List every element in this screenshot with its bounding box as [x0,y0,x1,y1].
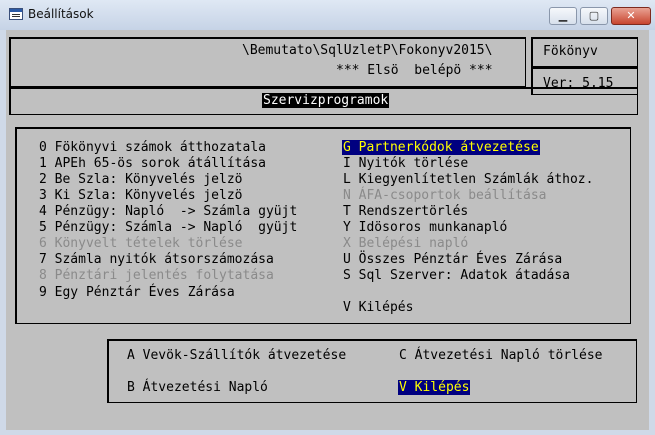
section-title: Szervizprogramok [262,93,390,108]
menu-item-i[interactable]: I Nyitók törlése [343,156,468,171]
path-text: \Bemutato\SqlUzletP\Fokonyv2015\ [242,43,493,58]
menu-item-g[interactable]: G Partnerkódok átvezetése [342,140,540,155]
menu-item-n: N ÁFA-csoportok beállítása [343,188,547,203]
submenu-item-v[interactable]: V Kilépés [398,380,471,395]
submenu-item-a[interactable]: A Vevök-Szállítók átvezetése [127,348,346,363]
menu-item-4[interactable]: 4 Pénzügy: Napló -> Számla gyüjt [39,204,297,219]
menu-item-8: 8 Pénztári jelentés folytatása [39,268,274,283]
subtitle-text: *** Elsö belépö *** [336,63,493,78]
menu-item-x: X Belépési napló [343,236,469,251]
window-icon [9,8,23,20]
menu-item-y[interactable]: Y Idösoros munkanapló [343,220,507,235]
menu-item-v[interactable]: V Kilépés [343,300,413,315]
maximize-button[interactable]: ▢ [580,7,608,25]
menu-item-t[interactable]: T Rendszertörlés [343,204,468,219]
submenu-item-c[interactable]: C Átvezetési Napló törlése [399,348,603,363]
minimize-button[interactable]: ▁ [549,7,577,25]
menu-item-5[interactable]: 5 Pénzügy: Számla -> Napló gyüjt [39,220,297,235]
close-button[interactable]: ✕ [611,7,651,25]
menu-item-2[interactable]: 2 Be Szla: Könyvelés jelzö [39,172,243,187]
menu-item-6: 6 Könyvelt tételek törlése [39,236,243,251]
menu-item-0[interactable]: 0 Fökönyvi számok átthozatala [39,140,266,155]
menu-item-u[interactable]: U Összes Pénztár Éves Zárása [343,252,562,267]
window-title: Beállítások [28,7,94,21]
menu-item-1[interactable]: 1 APEh 65-ös sorok átállítása [39,156,266,171]
menu-item-9[interactable]: 9 Egy Pénztár Éves Zárása [39,285,235,300]
menu-item-3[interactable]: 3 Ki Szla: Könyvelés jelzö [39,188,243,203]
title-bar: Beállítások ▁ ▢ ✕ [0,0,655,30]
menu-item-s[interactable]: S Sql Szerver: Adatok átadása [343,268,570,283]
menu-item-7[interactable]: 7 Számla nyitók átsorszámozása [39,252,274,267]
menu-item-l[interactable]: L Kiegyenlítetlen Számlák áthoz. [343,172,593,187]
module-label: Fökönyv [543,44,598,59]
console-area: \Bemutato\SqlUzletP\Fokonyv2015\ *** Els… [6,30,649,430]
submenu-item-b[interactable]: B Átvezetési Napló [127,380,268,395]
